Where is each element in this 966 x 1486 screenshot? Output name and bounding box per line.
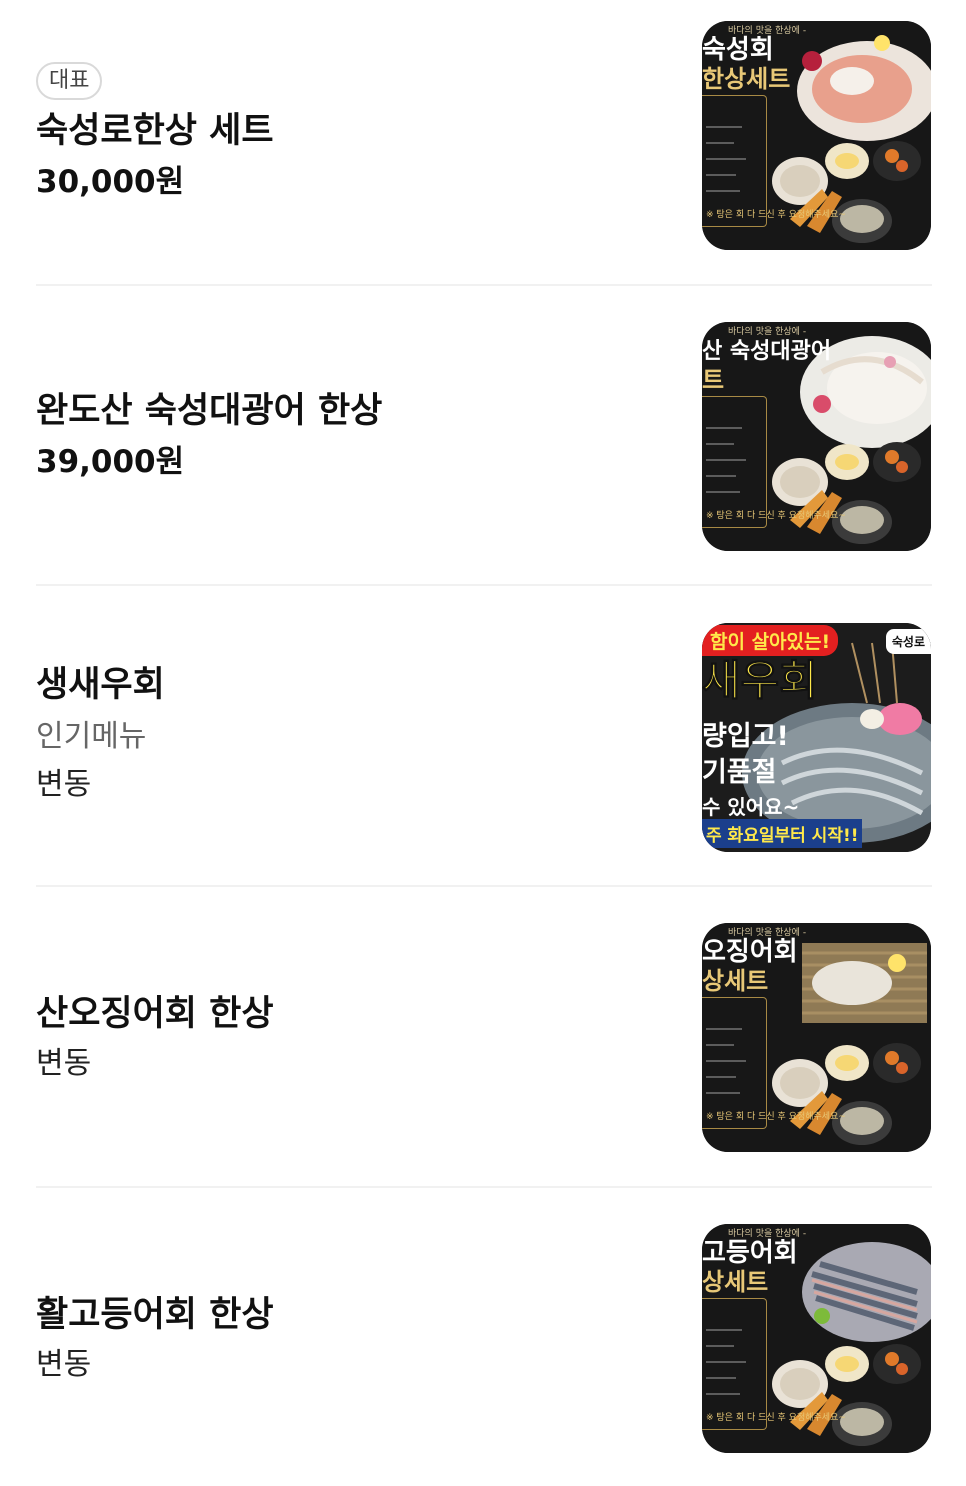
menu-item-price: 39,000원 [36, 444, 185, 480]
menu-item[interactable]: 산오징어회 한상 변동 바다의 맛을 한상에 - 오징어회 상세트 ※ 탕은 회… [0, 887, 966, 1188]
menu-item-name: 활고등어회 한상 [36, 1295, 274, 1335]
menu-item-description: 인기메뉴 [36, 719, 147, 754]
thumbnail-note: ※ 탕은 회 다 드신 후 요청해주세요~ [706, 210, 846, 220]
promo-banner: 주 화요일부터 시작!! [702, 819, 863, 848]
thumbnail-subtitle: 트 [702, 365, 725, 394]
menu-item-name: 산오징어회 한상 [36, 994, 274, 1034]
menu-item[interactable]: 생새우회 인기메뉴 변동 함이 살아있는! 새우회 량입고! 기품절 수 있어요… [0, 586, 966, 887]
menu-item-thumbnail[interactable]: 바다의 맛을 한상에 - 고등어회 상세트 ※ 탕은 회 다 드신 후 요청해주… [702, 1224, 931, 1453]
menu-item-info: 활고등어회 한상 변동 [36, 1292, 676, 1386]
promo-headline-pill: 함이 살아있는! [702, 625, 839, 656]
menu-item-info: 산오징어회 한상 변동 [36, 991, 676, 1085]
thumbnail-subtitle: 상세트 [702, 1267, 769, 1296]
menu-item-info: 생새우회 인기메뉴 변동 [36, 662, 676, 806]
menu-item-price: 변동 [36, 1347, 92, 1382]
thumbnail-title: 오징어회 [702, 937, 798, 967]
thumbnail-title: 숙성회 [702, 35, 774, 65]
thumbnail-title: 산 숙성대광어 [702, 338, 832, 364]
promo-line: 기품절 [702, 757, 777, 788]
thumbnail-subtitle: 한상세트 [702, 64, 791, 93]
promo-line: 수 있어요~ [702, 795, 800, 819]
thumbnail-title: 고등어회 [702, 1238, 798, 1268]
menu-item-price: 변동 [36, 1046, 92, 1081]
thumbnail-note: ※ 탕은 회 다 드신 후 요청해주세요~ [706, 1413, 846, 1423]
menu-item-name: 숙성로한상 세트 [36, 111, 274, 151]
representative-badge: 대표 [36, 62, 103, 100]
promo-title: 새우회 [702, 656, 818, 705]
menu-item[interactable]: 활고등어회 한상 변동 바다의 맛을 한상에 - 고등어회 상세트 ※ 탕은 회… [0, 1188, 966, 1486]
menu-item-thumbnail[interactable]: 함이 살아있는! 새우회 량입고! 기품절 수 있어요~ 주 화요일부터 시작!… [702, 623, 931, 852]
promo-line: 량입고! [702, 721, 789, 752]
menu-item-thumbnail[interactable]: 바다의 맛을 한상에 - 오징어회 상세트 ※ 탕은 회 다 드신 후 요청해주… [702, 923, 931, 1152]
brand-badge: 숙성로 [885, 629, 931, 654]
thumbnail-subtitle: 상세트 [702, 966, 769, 995]
menu-item-price: 변동 [36, 767, 92, 802]
menu-list: 대표 숙성로한상 세트 30,000원 바다의 맛을 한상에 - 숙성회 한상세… [0, 0, 966, 1486]
menu-item[interactable]: 대표 숙성로한상 세트 30,000원 바다의 맛을 한상에 - 숙성회 한상세… [0, 0, 966, 286]
menu-item-thumbnail[interactable]: 바다의 맛을 한상에 - 숙성회 한상세트 ※ 탕은 회 다 드신 후 요청해주… [702, 21, 931, 250]
thumbnail-note: ※ 탕은 회 다 드신 후 요청해주세요~ [706, 511, 846, 521]
menu-item-name: 생새우회 [36, 665, 165, 705]
menu-item[interactable]: 완도산 숙성대광어 한상 39,000원 바다의 맛을 한상에 - 산 숙성대광… [0, 286, 966, 586]
menu-item-price: 30,000원 [36, 164, 185, 200]
menu-item-thumbnail[interactable]: 바다의 맛을 한상에 - 산 숙성대광어 트 ※ 탕은 회 다 드신 후 요청해… [702, 322, 931, 551]
menu-item-info: 완도산 숙성대광어 한상 39,000원 [36, 388, 676, 484]
thumbnail-note: ※ 탕은 회 다 드신 후 요청해주세요~ [706, 1112, 846, 1122]
menu-item-info: 대표 숙성로한상 세트 30,000원 [36, 62, 676, 204]
menu-item-name: 완도산 숙성대광어 한상 [36, 391, 383, 431]
